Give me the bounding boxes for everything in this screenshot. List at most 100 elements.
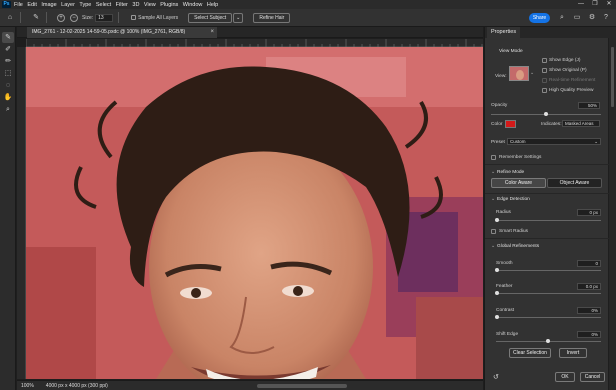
contrast-slider-track[interactable] [496,317,601,318]
add-to-selection-icon[interactable]: + [57,13,65,22]
high-quality-preview-checkbox[interactable] [542,88,547,93]
image-canvas[interactable] [26,47,483,379]
view-dropdown-caret[interactable]: ⌄ [530,71,534,76]
invert-button[interactable]: Invert [559,348,587,358]
menu-plugins[interactable]: Plugins [160,2,178,8]
refine-edge-brush-icon[interactable]: ✐ [2,44,14,55]
radius-slider-knob[interactable] [495,218,499,222]
section-divider [485,164,609,165]
vertical-scrollbar-thumb[interactable] [611,47,614,107]
home-icon[interactable]: ⌂ [5,13,15,23]
radius-slider-track[interactable] [496,220,601,221]
section-divider [485,193,609,194]
lasso-tool-icon[interactable]: ◌ [2,80,14,91]
chevron-down-icon: ⌄ [491,244,496,249]
chevron-down-icon: ⌄ [491,170,496,175]
radius-field[interactable]: 0 px [577,209,601,216]
app-logo: Ps [2,1,11,8]
preset-value: Custom [510,139,526,144]
color-aware-button[interactable]: Color Aware [491,178,546,188]
menu-view[interactable]: View [144,2,156,8]
object-selection-icon[interactable]: ⬚ [2,68,14,79]
object-aware-button[interactable]: Object Aware [547,178,602,188]
indicates-label: Indicates: [541,122,562,127]
feather-field[interactable]: 0.0 px [577,283,601,290]
smooth-field[interactable]: 0 [577,260,601,267]
menu-3d[interactable]: 3D [132,2,139,8]
menu-window[interactable]: Window [183,2,203,8]
zoom-level[interactable]: 100% [21,383,34,389]
menu-filter[interactable]: Filter [116,2,128,8]
refine-mode-heading[interactable]: ⌄ Refine Mode [491,170,524,175]
subtract-from-selection-icon[interactable]: − [70,13,78,22]
reset-icon[interactable]: ↺ [493,373,499,381]
select-subject-dropdown[interactable]: ⌄ [233,12,244,23]
menu-layer[interactable]: Layer [61,2,75,8]
sample-all-layers-checkbox[interactable] [131,15,137,20]
smart-radius-checkbox[interactable] [491,229,496,234]
quick-selection-tool-icon[interactable]: ✎ [2,32,14,43]
edge-detection-title: Edge Detection [497,197,530,202]
show-edge-checkbox[interactable] [542,58,547,63]
smooth-slider-knob[interactable] [495,268,499,272]
cancel-button[interactable]: Cancel [580,372,605,382]
help-icon[interactable]: ? [601,13,611,23]
zoom-tool-icon[interactable]: ⌕ [2,104,14,115]
contrast-field[interactable]: 0% [577,307,601,314]
brush-size-field[interactable]: 13 [95,13,114,22]
show-original-label: Show Original (P) [549,68,587,73]
properties-tab[interactable]: Properties [487,27,521,38]
color-label: Color [491,122,503,127]
indicates-value: Masked Areas [565,121,594,126]
search-icon[interactable]: ⌕ [557,13,567,23]
feather-slider-knob[interactable] [495,291,499,295]
clear-selection-button[interactable]: Clear Selection [509,348,551,358]
menu-select[interactable]: Select [96,2,111,8]
high-quality-preview-label: High Quality Preview [549,88,594,93]
preset-dropdown[interactable]: Custom ⌄ [507,138,601,145]
gear-icon[interactable]: ⚙ [587,13,597,23]
workspace-icon[interactable]: ▭ [572,13,582,23]
menu-edit[interactable]: Edit [27,2,36,8]
show-original-checkbox[interactable] [542,68,547,73]
opacity-field[interactable]: 50% [578,102,600,109]
select-subject-button[interactable]: Select Subject [188,12,233,23]
ok-button[interactable]: OK [555,372,575,382]
minimize-button[interactable]: — [574,0,588,9]
menu-bar: Ps File Edit Image Layer Type Select Fil… [0,0,616,9]
horizontal-scrollbar[interactable] [257,384,347,388]
shift-edge-field[interactable]: 0% [577,331,601,338]
close-tab-icon[interactable]: × [210,27,214,38]
smooth-slider-track[interactable] [496,270,601,271]
menu-help[interactable]: Help [207,2,218,8]
brush-tool-preset-icon[interactable]: ✎ [31,13,41,23]
menu-image[interactable]: Image [41,2,56,8]
remember-settings-checkbox[interactable] [491,155,496,160]
shift-edge-slider-knob[interactable] [546,339,550,343]
document-info: 4000 px x 4000 px (300 ppi) [45,382,108,389]
real-time-refinement-checkbox[interactable] [542,78,547,83]
brush-tool-icon[interactable]: ✏ [2,56,14,67]
opacity-slider-knob[interactable] [544,112,548,116]
contrast-slider-knob[interactable] [495,315,499,319]
view-mode-thumbnail[interactable] [509,66,529,81]
maximize-button[interactable]: ❐ [588,0,602,9]
smooth-label: Smooth [496,261,513,266]
options-separator [46,12,47,23]
share-button[interactable]: Share [529,13,550,23]
indicates-dropdown[interactable]: Masked Areas [562,120,600,127]
global-refinements-title: Global Refinements [497,244,540,249]
hand-tool-icon[interactable]: ✋ [2,92,14,103]
menu-type[interactable]: Type [79,2,91,8]
panel-scroll-strip [609,27,616,390]
menu-file[interactable]: File [14,2,23,8]
refine-hair-button[interactable]: Refine Hair [253,12,291,23]
edge-detection-heading[interactable]: ⌄ Edge Detection [491,197,530,202]
preset-label: Preset [491,140,505,145]
close-window-button[interactable]: ✕ [602,0,616,9]
document-tab[interactable]: IMG_2761 - 12-02-2025 14-59-05.pxdc @ 10… [27,27,217,38]
overlay-color-swatch[interactable] [505,120,516,128]
preset-chevron-down-icon: ⌄ [594,139,598,144]
feather-slider-track[interactable] [496,293,601,294]
global-refinements-heading[interactable]: ⌄ Global Refinements [491,244,539,249]
